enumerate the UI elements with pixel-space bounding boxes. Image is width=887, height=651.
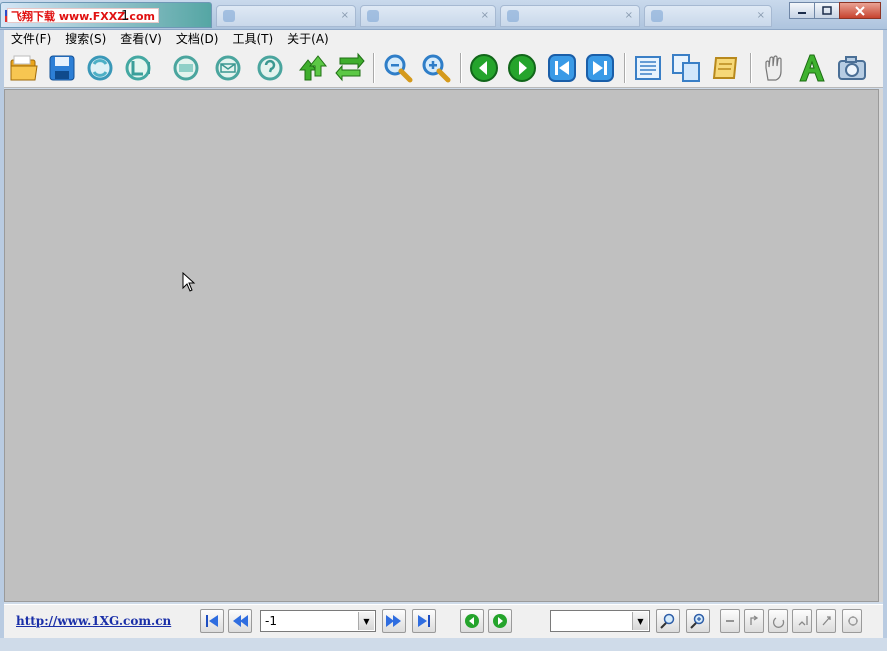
scroll-view-icon[interactable]: [710, 52, 742, 84]
maximize-icon: [822, 5, 832, 15]
fit-width-button[interactable]: [720, 609, 740, 633]
title-bar[interactable]: 飞翔下载 www.FXXZ.com 1 × × × ×: [0, 0, 887, 30]
menu-view[interactable]: 查看(V): [113, 30, 169, 48]
background-tab: ×: [500, 5, 640, 27]
reload-icon[interactable]: [84, 52, 116, 84]
toolbar-separator: [750, 53, 752, 83]
back-history-button[interactable]: [460, 609, 484, 633]
toolbar-separator: [624, 53, 626, 83]
next-page-button[interactable]: [382, 609, 406, 633]
status-bar: http://www.1XG.com.cn -1 ▼ ▼: [4, 604, 883, 638]
window-title: 1: [121, 9, 130, 24]
zoom-combo[interactable]: ▼: [550, 610, 650, 632]
menu-about[interactable]: 关于(A): [280, 30, 336, 48]
zoom-in-button[interactable]: [686, 609, 710, 633]
text-select-tool-icon[interactable]: [796, 52, 828, 84]
menu-bar: 文件(F) 搜索(S) 查看(V) 文档(D) 工具(T) 关于(A): [4, 30, 883, 48]
hand-tool-icon[interactable]: [758, 52, 790, 84]
next-page-icon[interactable]: [506, 52, 538, 84]
mouse-cursor-icon: [182, 272, 196, 292]
background-tab-close-icon: ×: [624, 10, 633, 21]
toolbar-separator: [373, 53, 375, 83]
dropdown-arrow-icon[interactable]: ▼: [358, 612, 374, 630]
actual-size-button[interactable]: [792, 609, 812, 633]
fit-page-icon: [750, 615, 759, 625]
previous-page-icon[interactable]: [468, 52, 500, 84]
zoom-out-button[interactable]: [656, 609, 680, 633]
settings-button[interactable]: [842, 609, 862, 633]
website-link[interactable]: http://www.1XG.com.cn: [16, 614, 171, 628]
fit-width-icon: [726, 620, 734, 622]
single-page-view-icon[interactable]: [632, 52, 664, 84]
minimize-icon: [798, 11, 806, 14]
open-folder-icon[interactable]: [8, 52, 40, 84]
last-page-icon: [418, 615, 430, 627]
zoom-in-icon: [690, 613, 705, 629]
first-page-icon: [206, 615, 218, 627]
save-disk-icon[interactable]: [46, 52, 78, 84]
dropdown-arrow-icon[interactable]: ▼: [632, 612, 648, 630]
rotate-left-button[interactable]: [768, 609, 788, 633]
window-controls: [789, 2, 881, 20]
background-tab: ×: [644, 5, 772, 27]
toolbar-separator: [460, 53, 462, 83]
page-number-value: -1: [265, 614, 277, 628]
toolbar: [4, 48, 883, 88]
page-number-combo[interactable]: -1 ▼: [260, 610, 376, 632]
menu-document[interactable]: 文档(D): [169, 30, 226, 48]
multi-page-view-icon[interactable]: [670, 52, 702, 84]
scroll-edge: [879, 89, 883, 602]
rotate-right-icon: [822, 616, 831, 626]
background-tab: ×: [216, 5, 356, 27]
window-bottom-border: [0, 638, 887, 651]
fast-forward-icon: [386, 615, 401, 627]
first-page-icon[interactable]: [546, 52, 578, 84]
zoom-out-icon: [660, 613, 675, 629]
last-page-icon[interactable]: [584, 52, 616, 84]
fit-page-button[interactable]: [744, 609, 764, 633]
rotate-icon[interactable]: [122, 52, 154, 84]
previous-page-button[interactable]: [228, 609, 252, 633]
rewind-icon: [233, 615, 248, 627]
document-view-area[interactable]: [4, 89, 879, 602]
active-window-tab[interactable]: 飞翔下载 www.FXXZ.com 1: [0, 2, 212, 28]
menu-tools[interactable]: 工具(T): [225, 30, 280, 48]
background-tab: ×: [360, 5, 496, 27]
actual-size-icon: [798, 616, 808, 626]
background-tab-close-icon: ×: [340, 10, 349, 21]
rotate-right-button[interactable]: [816, 609, 836, 633]
last-page-button[interactable]: [412, 609, 436, 633]
close-icon: [855, 5, 865, 16]
rotate-left-icon: [772, 617, 785, 628]
watermark-label: 飞翔下载 www.FXXZ.com: [7, 8, 159, 23]
zoom-out-icon[interactable]: [382, 52, 414, 84]
close-button[interactable]: [839, 2, 881, 19]
maximize-button[interactable]: [814, 2, 840, 19]
back-circle-icon: [465, 614, 479, 628]
zoom-in-icon[interactable]: [420, 52, 452, 84]
page-up-arrows-icon[interactable]: [296, 52, 328, 84]
menu-search[interactable]: 搜索(S): [58, 30, 113, 48]
settings-icon: [848, 616, 858, 626]
help-icon[interactable]: [254, 52, 286, 84]
print-icon[interactable]: [170, 52, 202, 84]
forward-history-button[interactable]: [488, 609, 512, 633]
background-tab-close-icon: ×: [756, 10, 765, 21]
forward-circle-icon: [493, 614, 507, 628]
swap-arrows-icon[interactable]: [334, 52, 366, 84]
first-page-button[interactable]: [200, 609, 224, 633]
minimize-button[interactable]: [789, 2, 815, 19]
snapshot-camera-icon[interactable]: [836, 52, 868, 84]
background-tab-close-icon: ×: [480, 10, 489, 21]
menu-file[interactable]: 文件(F): [4, 30, 58, 48]
email-icon[interactable]: [212, 52, 244, 84]
